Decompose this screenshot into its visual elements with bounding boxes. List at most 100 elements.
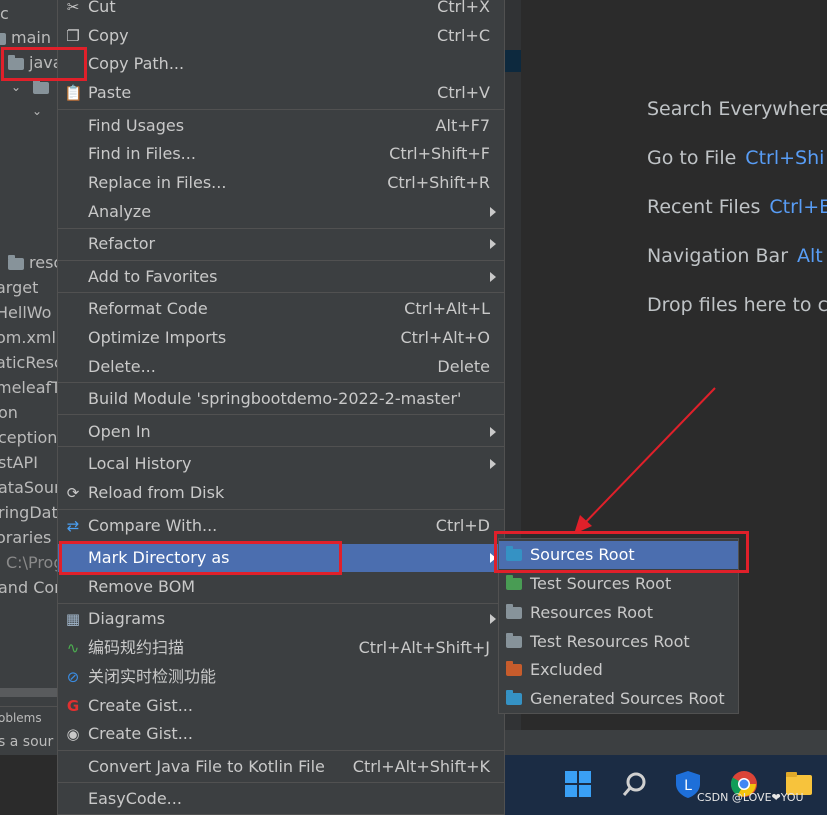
menu-separator: [58, 109, 504, 110]
tree-item[interactable]: on: [0, 401, 18, 425]
menu-item-copy[interactable]: ❐ Copy Ctrl+C: [58, 22, 504, 50]
menu-item-code-scan[interactable]: ∿ 编码规约扫描 Ctrl+Alt+Shift+J: [58, 634, 504, 662]
tree-item[interactable]: stAPI: [0, 451, 38, 475]
chevron-down-icon[interactable]: ⌄: [32, 104, 42, 118]
menu-item-build-module[interactable]: Build Module 'springbootdemo-2022-2-mast…: [58, 385, 504, 413]
menu-item-open-in[interactable]: Open In: [58, 418, 504, 446]
mark-directory-submenu: Sources Root Test Sources Root Resources…: [498, 538, 739, 714]
menu-item-cut[interactable]: ✂ Cut Ctrl+X: [58, 0, 504, 21]
menu-item-compare-with[interactable]: ⇄ Compare With... Ctrl+D: [58, 512, 504, 540]
menu-item-convert-to-kotlin[interactable]: Convert Java File to Kotlin File Ctrl+Alt…: [58, 753, 504, 781]
tree-item[interactable]: aticResc: [0, 351, 60, 375]
menu-item-easycode[interactable]: EasyCode...: [58, 785, 504, 813]
status-bar: [505, 730, 827, 755]
menu-item-copy-path[interactable]: Copy Path...: [58, 50, 504, 78]
github-icon: ◉: [66, 725, 80, 743]
menu-item-add-to-favorites[interactable]: Add to Favorites: [58, 263, 504, 291]
submenu-item-excluded[interactable]: Excluded: [499, 656, 738, 684]
menu-separator: [58, 414, 504, 415]
hint-drop-files: Drop files here to c: [647, 294, 827, 316]
menu-item-analyze[interactable]: Analyze: [58, 198, 504, 226]
menu-item-remove-bom[interactable]: Remove BOM: [58, 573, 504, 601]
folder-icon: [8, 54, 24, 70]
tree-item-target[interactable]: arget: [0, 276, 38, 300]
scan-icon: ∿: [66, 639, 80, 657]
svg-text:L: L: [684, 778, 692, 794]
submenu-arrow-icon: [490, 207, 496, 217]
tree-item[interactable]: ception: [0, 426, 57, 450]
test-sources-root-folder-icon: [506, 575, 522, 590]
search-icon[interactable]: [620, 769, 650, 799]
menu-item-create-gist[interactable]: G Create Gist...: [58, 692, 504, 720]
diagram-icon: ▦: [65, 610, 81, 628]
submenu-item-resources-root[interactable]: Resources Root: [499, 599, 738, 627]
scissors-icon: ✂: [66, 0, 80, 16]
menu-item-refactor[interactable]: Refactor: [58, 230, 504, 258]
tree-item-scratches[interactable]: and Con: [0, 576, 60, 600]
project-tree-panel: c main java ⌄ ⌄ resc arget HellWo om.xml…: [0, 0, 60, 755]
tree-item-path: C:\Prog: [6, 553, 60, 572]
windows-start-icon[interactable]: [563, 769, 593, 799]
menu-separator: [58, 292, 504, 293]
folder-icon: [0, 32, 6, 45]
menu-item-find-in-files[interactable]: Find in Files... Ctrl+Shift+F: [58, 140, 504, 168]
tree-item-main[interactable]: main: [0, 26, 51, 50]
status-text: s a sour: [0, 731, 60, 755]
menu-separator: [58, 446, 504, 447]
submenu-arrow-icon: [490, 614, 496, 624]
menu-item-local-history[interactable]: Local History: [58, 450, 504, 478]
tree-item-java[interactable]: java: [8, 51, 60, 75]
watermark: CSDN @LOVE❤YOU: [697, 791, 804, 804]
menu-item-paste[interactable]: 📋 Paste Ctrl+V: [58, 79, 504, 107]
tree-item[interactable]: ringDat: [0, 501, 58, 525]
tree-item[interactable]: c: [0, 2, 9, 26]
tree-item-resources[interactable]: resc: [8, 251, 60, 275]
submenu-item-generated-sources-root[interactable]: Generated Sources Root: [499, 685, 738, 713]
copy-icon: ❐: [66, 27, 80, 45]
menu-item-reformat-code[interactable]: Reformat Code Ctrl+Alt+L: [58, 295, 504, 323]
folder-icon: [33, 79, 49, 94]
tree-item-libraries[interactable]: oraries: [0, 526, 51, 550]
tree-item-pom[interactable]: om.xml: [0, 326, 56, 350]
menu-separator: [58, 750, 504, 751]
menu-item-create-gist-github[interactable]: ◉ Create Gist...: [58, 720, 504, 748]
menu-item-mark-directory-as[interactable]: Mark Directory as: [58, 544, 504, 572]
menu-item-find-usages[interactable]: Find Usages Alt+F7: [58, 112, 504, 140]
resources-root-folder-icon: [506, 604, 522, 619]
menu-separator: [58, 782, 504, 783]
submenu-arrow-icon: [490, 239, 496, 249]
chevron-down-icon[interactable]: ⌄: [11, 80, 21, 94]
submenu-arrow-icon: [490, 427, 496, 437]
tree-item[interactable]: ataSourc: [0, 476, 60, 500]
hint-go-to-file: Go to File Ctrl+Shi: [647, 147, 825, 169]
windows-taskbar: [505, 755, 827, 815]
menu-item-delete[interactable]: Delete... Delete: [58, 353, 504, 381]
menu-item-diagrams[interactable]: ▦ Diagrams: [58, 605, 504, 633]
submenu-arrow-icon: [490, 272, 496, 282]
menu-item-reload-from-disk[interactable]: ⟳ Reload from Disk: [58, 479, 504, 507]
excluded-folder-icon: [506, 661, 522, 676]
folder-icon: [8, 254, 24, 270]
hint-search-everywhere: Search Everywhere: [647, 98, 827, 120]
menu-item-replace-in-files[interactable]: Replace in Files... Ctrl+Shift+R: [58, 169, 504, 197]
menu-separator: [58, 228, 504, 229]
compare-icon: ⇄: [66, 517, 80, 535]
sources-root-folder-icon: [506, 546, 522, 561]
menu-separator: [58, 382, 504, 383]
menu-item-disable-realtime-check[interactable]: ⊘ 关闭实时检测功能: [58, 663, 504, 691]
gist-icon: G: [66, 697, 80, 715]
submenu-item-test-resources-root[interactable]: Test Resources Root: [499, 628, 738, 656]
hint-recent-files: Recent Files Ctrl+E: [647, 196, 827, 218]
problems-tab[interactable]: oblems: [0, 706, 60, 731]
submenu-item-sources-root[interactable]: Sources Root: [499, 541, 738, 569]
tree-item[interactable]: meleafT: [0, 376, 60, 400]
context-menu: ✂ Cut Ctrl+X ❐ Copy Ctrl+C Copy Path... 📋 Pas…: [57, 0, 505, 815]
clipboard-icon: 📋: [64, 84, 83, 102]
menu-separator: [58, 509, 504, 510]
tree-item[interactable]: HellWo: [0, 301, 51, 325]
test-resources-root-folder-icon: [506, 633, 522, 648]
hint-navigation-bar: Navigation Bar Alt: [647, 245, 823, 267]
menu-item-optimize-imports[interactable]: Optimize Imports Ctrl+Alt+O: [58, 324, 504, 352]
submenu-item-test-sources-root[interactable]: Test Sources Root: [499, 570, 738, 598]
horizontal-scrollbar[interactable]: [0, 688, 57, 697]
